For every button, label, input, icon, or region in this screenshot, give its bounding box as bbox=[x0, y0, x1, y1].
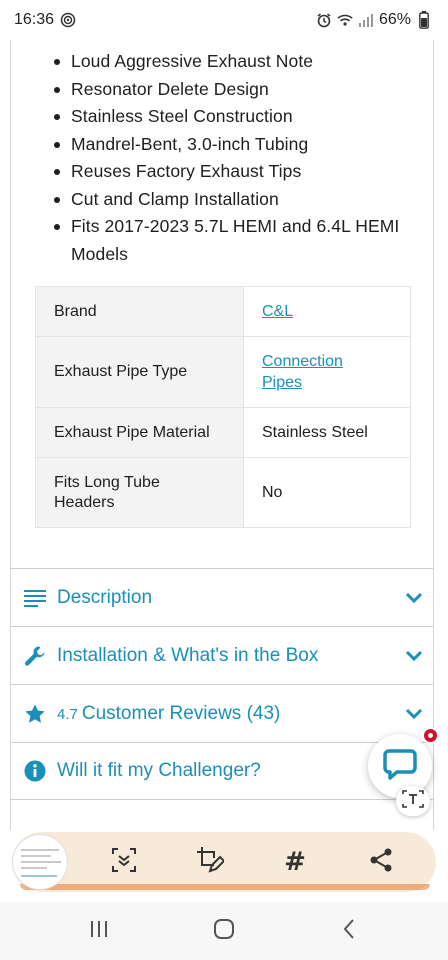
share-button[interactable] bbox=[364, 845, 398, 879]
accordion-reviews[interactable]: 4.7 Customer Reviews (43) bbox=[11, 684, 433, 742]
feature-item: Fits 2017-2023 5.7L HEMI and 6.4L HEMI M… bbox=[11, 213, 433, 268]
tag-button[interactable]: # bbox=[278, 845, 312, 879]
pipe-type-link[interactable]: Connection Pipes bbox=[244, 337, 410, 407]
feature-item: Loud Aggressive Exhaust Note bbox=[11, 48, 433, 76]
spec-row-long-tube: Fits Long Tube Headers No bbox=[36, 458, 410, 527]
wifi-icon bbox=[337, 12, 353, 28]
lines-icon bbox=[23, 586, 47, 610]
chevron-down-icon bbox=[403, 645, 425, 667]
feature-item: Cut and Clamp Installation bbox=[11, 186, 433, 214]
home-icon bbox=[213, 918, 235, 945]
accordion-label: 4.7 Customer Reviews (43) bbox=[57, 703, 403, 725]
crop-edit-icon bbox=[196, 846, 226, 879]
info-icon bbox=[23, 759, 47, 783]
share-icon bbox=[368, 847, 394, 878]
battery-icon bbox=[416, 11, 432, 29]
toolbar-accent bbox=[20, 884, 430, 890]
battery-percent: 66% bbox=[378, 11, 411, 28]
spec-label: Fits Long Tube Headers bbox=[36, 458, 244, 527]
spec-label: Exhaust Pipe Material bbox=[36, 408, 244, 457]
clock: 16:36 bbox=[14, 11, 55, 28]
reviews-label: Customer Reviews (43) bbox=[81, 702, 281, 724]
recents-icon bbox=[89, 920, 109, 943]
rating-value: 4.7 bbox=[57, 705, 78, 723]
spec-row-pipe-type: Exhaust Pipe Type Connection Pipes bbox=[36, 337, 410, 408]
chat-bubble-icon bbox=[383, 748, 417, 785]
back-button[interactable] bbox=[334, 916, 364, 946]
spec-value: Stainless Steel bbox=[262, 424, 368, 441]
text-extract-button[interactable] bbox=[396, 786, 430, 816]
spec-label: Exhaust Pipe Type bbox=[36, 337, 244, 407]
accordion-installation[interactable]: Installation & What's in the Box bbox=[11, 626, 433, 684]
accordion-label: Installation & What's in the Box bbox=[57, 644, 319, 666]
scan-down-icon bbox=[111, 847, 137, 878]
spec-row-material: Exhaust Pipe Material Stainless Steel bbox=[36, 408, 410, 458]
feature-item: Resonator Delete Design bbox=[11, 76, 433, 104]
wrench-icon bbox=[23, 644, 47, 668]
hotspot-icon bbox=[60, 12, 76, 28]
screenshot-thumbnail[interactable] bbox=[12, 834, 68, 890]
brand-link[interactable]: C&L bbox=[244, 287, 410, 336]
scan-capture-button[interactable] bbox=[107, 845, 141, 879]
spec-table: Brand C&L Exhaust Pipe Type Connection P… bbox=[35, 286, 411, 528]
status-bar: 16:36 66% bbox=[0, 0, 448, 40]
spec-value: No bbox=[262, 484, 283, 501]
star-icon bbox=[23, 702, 47, 726]
accordion-description[interactable]: Description bbox=[11, 568, 433, 626]
edit-button[interactable] bbox=[193, 845, 227, 879]
chevron-down-icon bbox=[403, 703, 425, 725]
notification-dot bbox=[422, 727, 439, 744]
home-button[interactable] bbox=[209, 916, 239, 946]
feature-list: Loud Aggressive Exhaust Note Resonator De… bbox=[11, 40, 433, 268]
back-chevron-icon bbox=[342, 918, 356, 945]
spec-label: Brand bbox=[36, 287, 244, 336]
feature-item: Reuses Factory Exhaust Tips bbox=[11, 158, 433, 186]
text-scan-icon bbox=[402, 789, 424, 814]
recents-button[interactable] bbox=[84, 916, 114, 946]
product-page: Loud Aggressive Exhaust Note Resonator De… bbox=[10, 40, 434, 830]
feature-item: Stainless Steel Construction bbox=[11, 103, 433, 131]
alarm-icon bbox=[316, 12, 332, 28]
feature-item: Mandrel-Bent, 3.0-inch Tubing bbox=[11, 131, 433, 159]
accordion-label: Description bbox=[57, 586, 153, 608]
hashtag-icon: # bbox=[284, 847, 306, 877]
signal-icon bbox=[358, 12, 374, 28]
spec-row-brand: Brand C&L bbox=[36, 287, 410, 337]
chevron-down-icon bbox=[403, 587, 425, 609]
